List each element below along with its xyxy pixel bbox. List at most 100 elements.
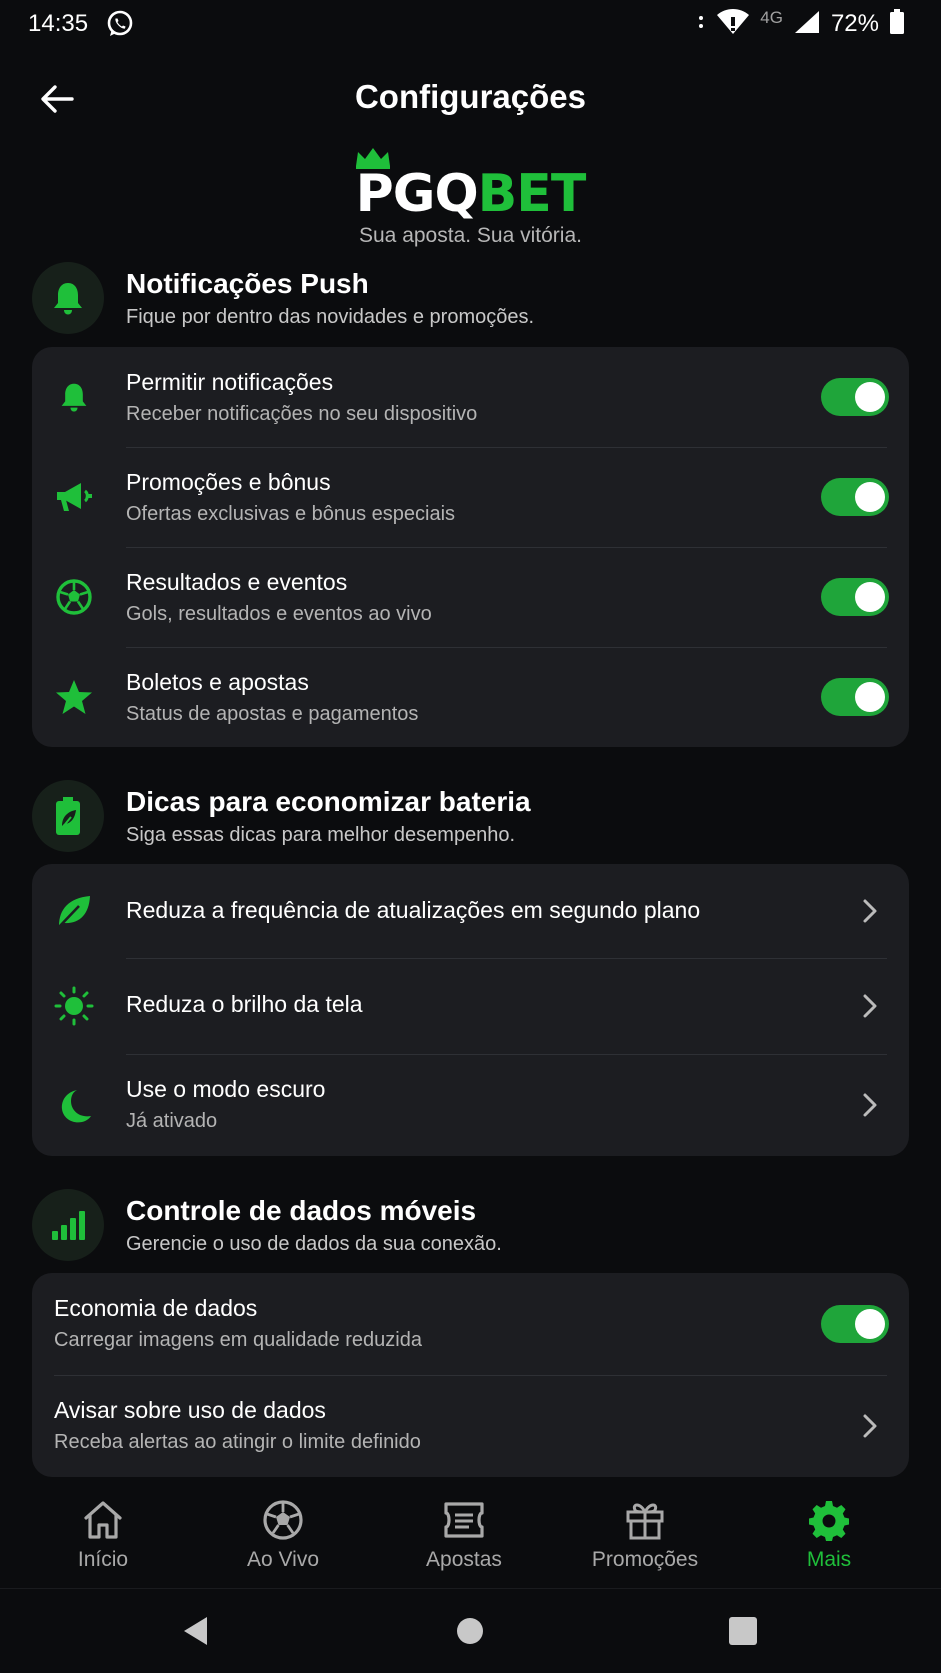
- gift-icon: [623, 1498, 667, 1542]
- header: Configurações: [0, 60, 941, 140]
- circle-home-icon: [457, 1618, 483, 1644]
- signal-bars-icon: [52, 1211, 85, 1240]
- sync-icon: [696, 12, 706, 37]
- row-title: Avisar sobre uso de dados: [54, 1397, 326, 1423]
- megaphone-icon: [54, 477, 94, 517]
- nav-item-apostas[interactable]: Apostas: [384, 1498, 544, 1584]
- chevron-right-icon: [859, 991, 881, 1021]
- brand-logo: PGQBET Sua aposta. Sua vitória.: [0, 148, 941, 248]
- battery-percent: 72%: [830, 10, 879, 37]
- bottom-navigation: Início Ao Vivo Apostas Promoções Mais: [0, 1488, 941, 1588]
- row-title: Reduza a frequência de atualizações em s…: [126, 897, 701, 923]
- nav-label: Mais: [806, 1548, 852, 1571]
- battery-section-header: Dicas para economizar bateria Siga essas…: [32, 780, 912, 856]
- nav-label: Início: [77, 1548, 129, 1571]
- system-back-button[interactable]: [174, 1609, 218, 1653]
- nav-label: Apostas: [426, 1548, 502, 1571]
- section-icon-container: [32, 780, 104, 852]
- promotions-toggle[interactable]: [821, 478, 889, 516]
- toggle-knob: [855, 682, 885, 712]
- row-title: Reduza o brilho da tela: [126, 991, 363, 1017]
- crown-icon: [355, 148, 390, 169]
- setting-row-results-events[interactable]: Resultados e eventos Gols, resultados e …: [32, 547, 909, 647]
- soccer-ball-icon: [261, 1498, 305, 1542]
- row-subtitle: Carregar imagens em qualidade reduzida: [54, 1329, 422, 1351]
- section-subtitle: Fique por dentro das novidades e promoçõ…: [126, 306, 535, 328]
- setting-row-allow-notifications[interactable]: Permitir notificações Receber notificaçõ…: [32, 347, 909, 447]
- whatsapp-icon: [104, 8, 136, 40]
- sun-icon: [54, 986, 94, 1026]
- signal-icon: [793, 9, 821, 40]
- status-bar: 14:35 4G 72%: [0, 0, 941, 50]
- row-title: Economia de dados: [54, 1295, 258, 1321]
- mobile-data-section-header: Controle de dados móveis Gerencie o uso …: [32, 1189, 912, 1265]
- ticket-icon: [442, 1498, 486, 1542]
- nav-item-mais[interactable]: Mais: [749, 1498, 909, 1584]
- system-home-button[interactable]: [448, 1609, 492, 1653]
- row-title: Resultados e eventos: [126, 569, 348, 595]
- home-icon: [81, 1498, 125, 1542]
- battery-icon: [889, 8, 905, 40]
- bell-icon: [54, 377, 94, 417]
- tip-row-background-updates[interactable]: Reduza a frequência de atualizações em s…: [32, 864, 909, 958]
- row-subtitle: Receber notificações no seu dispositivo: [126, 403, 478, 425]
- mobile-data-card: Economia de dados Carregar imagens em qu…: [32, 1273, 909, 1477]
- chevron-right-icon: [859, 896, 881, 926]
- logo-tagline: Sua aposta. Sua vitória.: [359, 224, 582, 247]
- section-icon-container: [32, 1189, 104, 1261]
- setting-row-data-saver[interactable]: Economia de dados Carregar imagens em qu…: [32, 1273, 909, 1375]
- push-settings-card: Permitir notificações Receber notificaçõ…: [32, 347, 909, 747]
- battery-tips-card: Reduza a frequência de atualizações em s…: [32, 864, 909, 1156]
- tip-row-dark-mode[interactable]: Use o modo escuro Já ativado: [32, 1054, 909, 1156]
- status-right: 4G 72%: [696, 8, 905, 40]
- row-subtitle: Status de apostas e pagamentos: [126, 703, 419, 725]
- section-subtitle: Gerencie o uso de dados da sua conexão.: [126, 1233, 502, 1255]
- chevron-right-icon: [859, 1090, 881, 1120]
- section-title: Notificações Push: [126, 268, 369, 299]
- nav-item-inicio[interactable]: Início: [23, 1498, 183, 1584]
- toggle-knob: [855, 1309, 885, 1339]
- bell-icon: [54, 283, 82, 315]
- setting-row-bets-payments[interactable]: Boletos e apostas Status de apostas e pa…: [32, 647, 909, 747]
- battery-leaf-icon: [56, 797, 80, 835]
- toggle-knob: [855, 582, 885, 612]
- system-navigation-bar: [0, 1588, 941, 1673]
- row-subtitle: Receba alertas ao atingir o limite defin…: [54, 1431, 421, 1453]
- tip-row-brightness[interactable]: Reduza o brilho da tela: [32, 958, 909, 1054]
- section-icon-container: [32, 262, 104, 334]
- setting-row-data-usage-alert[interactable]: Avisar sobre uso de dados Receba alertas…: [32, 1375, 909, 1477]
- allow-notifications-toggle[interactable]: [821, 378, 889, 416]
- chevron-right-icon: [859, 1411, 881, 1441]
- triangle-back-icon: [184, 1617, 207, 1645]
- moon-icon: [54, 1086, 94, 1126]
- push-section-header: Notificações Push Fique por dentro das n…: [32, 262, 912, 338]
- setting-row-promotions[interactable]: Promoções e bônus Ofertas exclusivas e b…: [32, 447, 909, 547]
- star-icon: [54, 677, 94, 717]
- logo-brand-green: BET: [477, 164, 587, 224]
- row-subtitle: Já ativado: [126, 1110, 218, 1132]
- row-title: Boletos e apostas: [126, 669, 309, 695]
- nav-label: Promoções: [591, 1548, 699, 1571]
- data-saver-toggle[interactable]: [821, 1305, 889, 1343]
- section-subtitle: Siga essas dicas para melhor desempenho.: [126, 824, 516, 846]
- square-recents-icon: [729, 1617, 757, 1645]
- row-title: Use o modo escuro: [126, 1076, 326, 1102]
- logo-brand-white: PGQ: [355, 164, 479, 224]
- toggle-knob: [855, 382, 885, 412]
- soccer-ball-icon: [54, 577, 94, 617]
- bets-payments-toggle[interactable]: [821, 678, 889, 716]
- logo-text: PGQBET: [355, 148, 586, 220]
- results-events-toggle[interactable]: [821, 578, 889, 616]
- row-title: Promoções e bônus: [126, 469, 331, 495]
- system-recents-button[interactable]: [721, 1609, 765, 1653]
- gear-icon: [807, 1498, 851, 1542]
- network-label: 4G: [760, 8, 783, 27]
- section-title: Dicas para economizar bateria: [126, 786, 531, 817]
- nav-label: Ao Vivo: [247, 1548, 319, 1571]
- row-subtitle: Gols, resultados e eventos ao vivo: [126, 603, 432, 625]
- nav-item-promocoes[interactable]: Promoções: [565, 1498, 725, 1584]
- row-title: Permitir notificações: [126, 369, 334, 395]
- wifi-icon: [716, 8, 750, 41]
- nav-item-ao-vivo[interactable]: Ao Vivo: [203, 1498, 363, 1584]
- page-title: Configurações: [354, 78, 587, 115]
